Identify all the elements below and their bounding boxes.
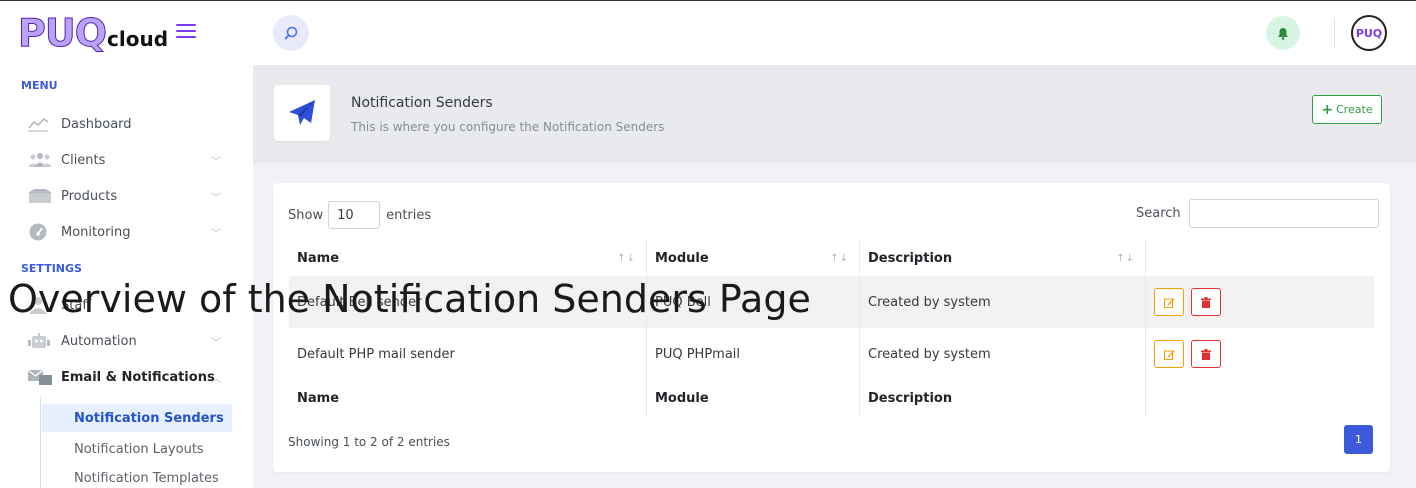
sidebar-subitem-notification-layouts[interactable]: Notification Layouts [42,435,232,463]
edit-icon [1163,350,1174,360]
table-info: Showing 1 to 2 of 2 entries [288,435,450,449]
sort-icon: ↑↓ [830,252,849,264]
column-header-actions [1146,240,1374,276]
cell-description: Created by system [860,276,1146,328]
sidebar-subitem-notification-templates[interactable]: Notification Templates [42,464,232,488]
cell-module: PUQ PHPmail [647,328,860,380]
show-label: Show [288,207,324,223]
notifications-button[interactable] [1266,16,1300,50]
column-label: Name [297,250,340,266]
header-actions: PUQ [1266,1,1416,65]
top-bar: PUQ cloud PUQ [0,0,1416,65]
menu-section-title: MENU [21,79,58,92]
sidebar-item-label: Automation [61,333,137,349]
trash-icon [1201,348,1211,360]
chevron-down-icon: ﹀ [211,156,221,168]
delete-button[interactable] [1191,288,1221,316]
sidebar-item-label: Products [61,188,118,204]
column-header-module[interactable]: Module ↑↓ [647,240,860,276]
entries-label: entries [386,207,432,223]
sidebar-item-automation[interactable]: Automation ﹀ [0,323,253,359]
page-length-value: 10 [337,207,354,223]
robot-icon [27,332,53,350]
sidebar-item-label: Dashboard [61,116,132,132]
edit-icon [1163,298,1174,308]
sort-icon: ↑↓ [1116,252,1135,264]
column-footer-description: Description [860,380,1146,416]
settings-section-title: SETTINGS [21,262,82,275]
avatar[interactable]: PUQ [1351,15,1387,51]
sidebar-item-email-notifications[interactable]: Email & Notifications ︿ [0,359,253,395]
sidebar-item-label: Clients [61,152,106,168]
page-length-select[interactable]: 10 [328,201,381,229]
table-search: Search [1136,199,1379,228]
table-header-row: Name ↑↓ Module ↑↓ Description ↑↓ [289,240,1374,276]
paper-plane-icon [289,100,315,125]
overlay-caption: Overview of the Notification Senders Pag… [8,277,811,321]
cell-description: Created by system [860,328,1146,380]
bell-icon [1278,27,1288,40]
table-footer-row: Name Module Description [289,380,1374,416]
sidebar-item-label: Email & Notifications [61,369,215,385]
logo-subtext: cloud [107,27,169,51]
sidebar-item-clients[interactable]: Clients ﹀ [0,142,253,178]
edit-button[interactable] [1154,288,1184,316]
page-title: Notification Senders [351,95,493,111]
column-footer-module: Module [647,380,860,416]
page-icon-box [274,85,330,141]
chart-line-icon [27,116,53,132]
column-footer-actions [1146,380,1374,416]
cell-actions [1146,328,1374,380]
sidebar-subitem-notification-senders[interactable]: Notification Senders [42,404,232,432]
column-header-name[interactable]: Name ↑↓ [289,240,647,276]
page-header: Notification Senders This is where you c… [253,65,1416,163]
avatar-text: PUQ [1355,26,1383,40]
trash-icon [1201,296,1211,308]
cell-actions [1146,276,1374,328]
delete-button[interactable] [1191,340,1221,368]
brand: PUQ cloud [0,1,253,65]
column-footer-name: Name [289,380,647,416]
edit-button[interactable] [1154,340,1184,368]
search-icon [284,26,298,40]
header-divider [1334,18,1335,48]
gauge-icon [27,223,53,241]
submenu-email-notifications: Notification Senders Notification Layout… [40,397,232,488]
sidebar-item-products[interactable]: Products ﹀ [0,178,253,214]
search-input[interactable] [1188,199,1379,228]
sidebar-item-label: Monitoring [61,224,131,240]
sidebar-item-dashboard[interactable]: Dashboard [0,106,253,142]
create-button-label: Create [1336,103,1373,116]
sidebar-item-monitoring[interactable]: Monitoring ﹀ [0,214,253,250]
logo[interactable]: PUQ cloud [17,11,169,56]
boxes-icon [27,188,53,204]
column-header-description[interactable]: Description ↑↓ [860,240,1146,276]
users-icon [27,152,53,168]
plus-icon: + [1321,101,1334,118]
chevron-up-icon: ︿ [211,373,221,385]
chevron-down-icon: ﹀ [211,192,221,204]
pagination-page-1[interactable]: 1 [1344,425,1373,454]
page-subtitle: This is where you configure the Notifica… [351,120,665,134]
table-row: Default PHP mail sender PUQ PHPmail Crea… [289,328,1374,380]
sort-icon: ↑↓ [617,252,636,264]
column-label: Description [868,250,953,266]
chevron-down-icon: ﹀ [211,228,221,240]
search-label: Search [1136,206,1181,221]
create-button[interactable]: + Create [1312,95,1382,124]
mail-bell-icon [27,368,53,386]
search-button[interactable] [273,15,309,51]
menu-toggle-icon[interactable] [176,24,197,38]
cell-name: Default PHP mail sender [289,328,647,380]
senders-card: Show 10 entries Search Name ↑↓ Module ↑↓ D… [273,183,1390,472]
logo-text: PUQ [17,11,107,56]
column-label: Module [655,250,709,266]
page-length-control: Show 10 entries [288,201,431,229]
chevron-down-icon: ﹀ [211,337,221,349]
